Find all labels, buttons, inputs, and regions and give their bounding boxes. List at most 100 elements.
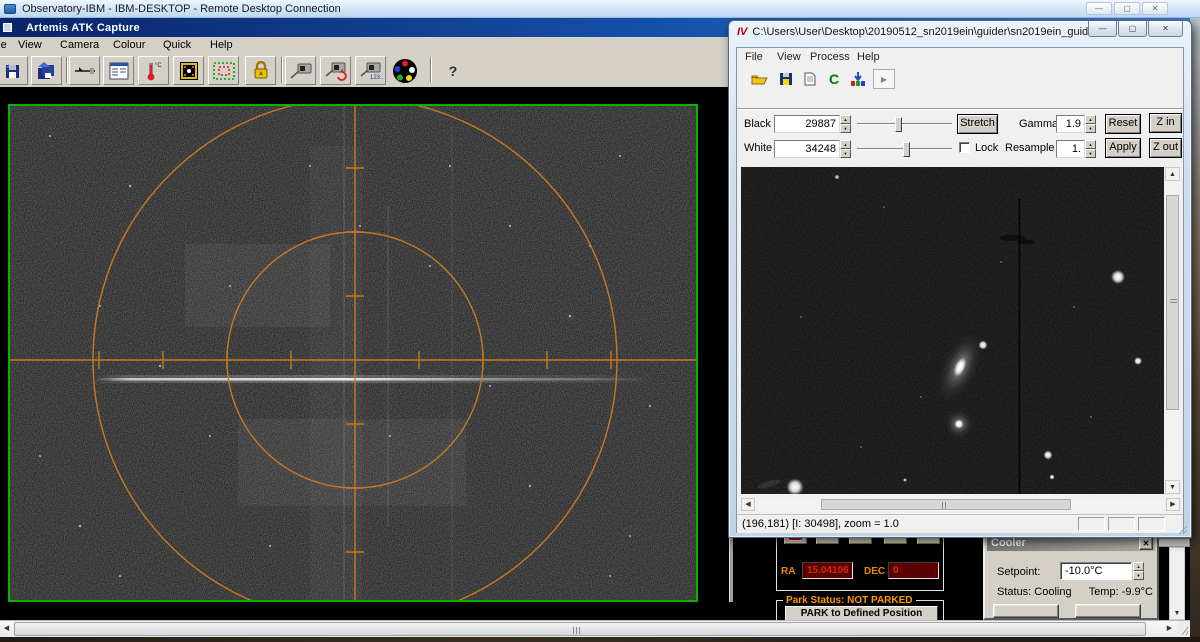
lock-checkbox[interactable]	[959, 142, 970, 153]
cooler-button-left[interactable]	[993, 604, 1059, 618]
apply-button[interactable]: Apply	[1105, 138, 1141, 158]
stretch-tool-button[interactable]	[847, 69, 869, 89]
menu-view[interactable]: View	[18, 39, 42, 51]
viewer-menu-file[interactable]: File	[745, 51, 763, 63]
scroll-down-icon[interactable]: ▼	[1165, 480, 1180, 494]
viewer-titlebar[interactable]: IVC:\Users\User\Desktop\20190512_sn2019e…	[737, 26, 1103, 38]
stretch-button[interactable]: Stretch	[957, 114, 998, 134]
guider-image	[741, 167, 1164, 494]
viewer-vscroll-thumb[interactable]	[1166, 195, 1179, 410]
viewer-vertical-scrollbar[interactable]: ▲ ▼	[1165, 167, 1180, 494]
lock-button[interactable]	[245, 56, 276, 85]
subframe-button[interactable]	[208, 56, 239, 85]
viewer-close-button[interactable]: ✕	[1148, 21, 1183, 37]
scroll-right-icon[interactable]: ▶	[1166, 498, 1180, 511]
viewer-menu-process[interactable]: Process	[810, 51, 850, 63]
scroll-up-icon[interactable]: ▲	[1165, 167, 1180, 181]
rdp-minimize-button[interactable]: —	[1086, 2, 1112, 15]
resize-grip-icon[interactable]	[1178, 525, 1188, 535]
floppy-icon	[4, 62, 22, 80]
white-slider-thumb[interactable]	[903, 142, 910, 157]
menu-colour[interactable]: Colour	[113, 39, 145, 51]
rdp-titlebar[interactable]: Observatory-IBM - IBM-DESKTOP - Remote D…	[0, 0, 1200, 18]
cooler-title: Cooler	[991, 537, 1026, 549]
starfield-image	[10, 106, 696, 600]
lock-label: Lock	[975, 142, 998, 154]
viewer-menu-help[interactable]: Help	[857, 51, 880, 63]
calibrate-button[interactable]: C	[823, 69, 845, 89]
camera-reconnect-button[interactable]	[320, 56, 351, 85]
menu-camera[interactable]: Camera	[60, 39, 99, 51]
play-button[interactable]: ▶	[873, 69, 895, 89]
zoom-in-button[interactable]: Z in	[1149, 113, 1182, 133]
color-stretch-icon	[850, 71, 866, 87]
resample-field[interactable]: 1.	[1056, 140, 1085, 158]
black-slider-track[interactable]	[857, 123, 952, 125]
scroll-grip-icon	[573, 627, 580, 634]
cooler-titlebar[interactable]: Cooler ✕	[987, 536, 1155, 551]
viewer-hscroll-thumb[interactable]	[821, 499, 1071, 510]
menu-help[interactable]: Help	[210, 39, 233, 51]
sensor-frame-button[interactable]	[173, 56, 204, 85]
status-panel-1	[1078, 517, 1105, 531]
background-vertical-scrollbar[interactable]: ▼	[1169, 547, 1185, 620]
menu-quick[interactable]: Quick	[163, 39, 191, 51]
starfield-canvas[interactable]	[8, 104, 698, 602]
gamma-field[interactable]: 1.9	[1056, 115, 1085, 133]
open-file-button[interactable]	[749, 69, 771, 89]
viewer-menu-view[interactable]: View	[777, 51, 801, 63]
setpoint-field[interactable]: -10.0°C	[1060, 562, 1132, 580]
colour-wheel-button[interactable]	[389, 56, 420, 85]
cooler-button-right[interactable]	[1075, 604, 1141, 618]
gamma-spinner[interactable]: ▲▼	[1085, 115, 1096, 133]
camera-connect-button[interactable]	[285, 56, 316, 85]
viewer-horizontal-scrollbar[interactable]: ◀ ▶	[741, 498, 1180, 512]
dialog-window-icon	[109, 62, 129, 80]
save-image-button[interactable]	[0, 56, 28, 85]
menu-file[interactable]: File	[0, 39, 7, 51]
cooler-close-button[interactable]: ✕	[1139, 537, 1153, 550]
black-spinner[interactable]: ▲▼	[840, 115, 851, 133]
help-button[interactable]: ?	[440, 56, 466, 85]
save-file-button[interactable]	[775, 69, 797, 89]
viewer-maximize-button[interactable]: ▢	[1118, 21, 1147, 37]
rdp-horizontal-scrollbar[interactable]: ◀ ▶	[0, 620, 1190, 637]
rdp-hscroll-thumb[interactable]	[14, 622, 1146, 636]
black-label: Black	[744, 118, 771, 130]
exposure-slider-button[interactable]	[69, 56, 100, 85]
dec-value: 0	[888, 562, 939, 579]
black-slider-thumb[interactable]	[895, 117, 902, 132]
slider-icon	[74, 65, 96, 77]
setpoint-spinner[interactable]: ▲▼	[1133, 562, 1144, 580]
settings-dialog-button[interactable]	[103, 56, 134, 85]
resample-spinner[interactable]: ▲▼	[1085, 140, 1096, 158]
reset-button[interactable]: Reset	[1105, 114, 1141, 134]
white-spinner[interactable]: ▲▼	[840, 140, 851, 158]
file-info-button[interactable]	[799, 69, 821, 89]
padlock-icon	[253, 61, 269, 80]
white-field[interactable]: 34248	[774, 140, 840, 158]
save-all-images-button[interactable]	[31, 56, 62, 85]
rdp-scroll-corner	[1177, 621, 1190, 637]
zoom-out-button[interactable]: Z out	[1149, 138, 1182, 158]
viewer-statusbar: (196,181) [I: 30498], zoom = 1.0	[737, 514, 1183, 533]
camera-refresh-icon	[324, 61, 348, 81]
rdp-maximize-button[interactable]: ▢	[1114, 2, 1140, 15]
white-label: White	[744, 142, 772, 154]
rdp-close-button[interactable]: ✕	[1142, 2, 1168, 15]
viewer-app-icon: IV	[737, 26, 747, 38]
scroll-left-icon[interactable]: ◀	[0, 622, 13, 636]
viewer-minimize-button[interactable]: —	[1088, 21, 1117, 37]
scroll-left-icon[interactable]: ◀	[741, 498, 755, 511]
temperature-button[interactable]: °C	[138, 56, 169, 85]
scroll-down-icon[interactable]: ▼	[1170, 610, 1184, 617]
guider-image-canvas[interactable]	[741, 167, 1164, 494]
black-field[interactable]: 29887	[774, 115, 840, 133]
camera-sequence-button[interactable]: 123..	[355, 56, 386, 85]
scroll-right-icon[interactable]: ▶	[1163, 622, 1176, 636]
toolbar-separator	[430, 57, 432, 83]
cooler-window: Cooler ✕ Setpoint: -10.0°C ▲▼ Status: Co…	[983, 532, 1159, 620]
subframe-icon	[213, 62, 235, 80]
status-panel-3	[1138, 517, 1165, 531]
park-status-label: Park Status: NOT PARKED	[783, 595, 916, 606]
